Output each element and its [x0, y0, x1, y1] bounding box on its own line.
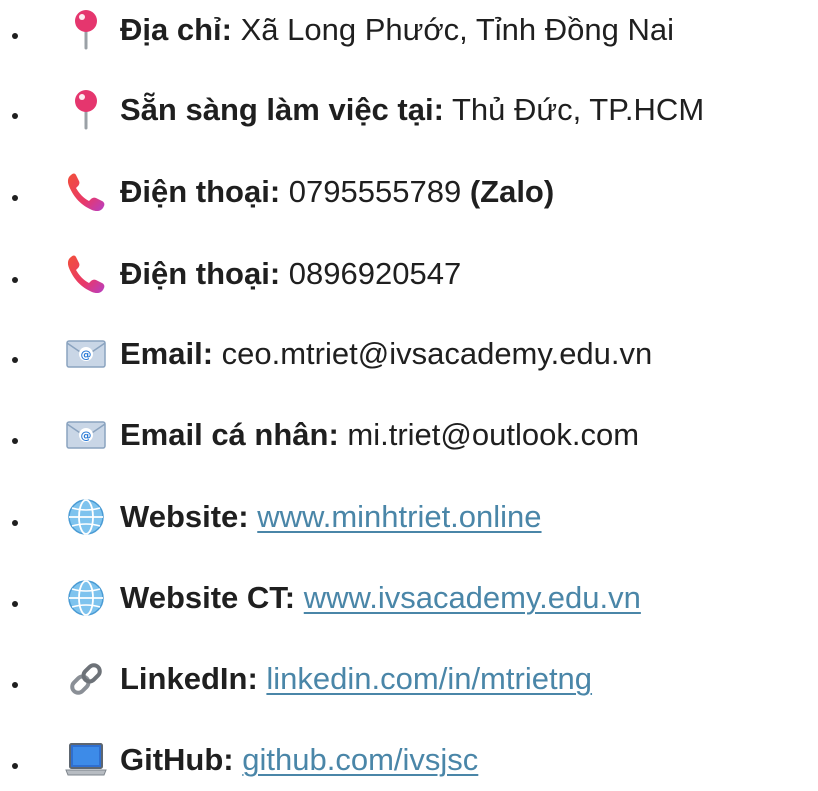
contact-text: Điện thoại: 0795555789 (Zalo) — [120, 176, 554, 207]
contact-item-website: Website: www.minhtriet.online — [0, 487, 818, 547]
contact-text: Email cá nhân: mi.triet@outlook.com — [120, 419, 639, 450]
contact-label: Sẵn sàng làm việc tại: — [120, 92, 444, 127]
contact-item-phone: Điện thoại: 0896920547 — [0, 244, 818, 304]
contact-text: Email: ceo.mtriet@ivsacademy.edu.vn — [120, 338, 652, 369]
contact-value: Xã Long Phước, Tỉnh Đồng Nai — [231, 12, 675, 47]
contact-label: Website CT: — [120, 580, 296, 615]
contact-text: Sẵn sàng làm việc tại: Thủ Đức, TP.HCM — [120, 94, 704, 125]
bullet — [12, 277, 18, 283]
contact-text: LinkedIn: linkedin.com/in/mtrietng — [120, 663, 592, 694]
bullet — [12, 682, 18, 688]
bullet — [12, 357, 18, 363]
linkedin-link[interactable]: linkedin.com/in/mtrietng — [266, 661, 592, 696]
contact-label: LinkedIn: — [120, 661, 258, 696]
contact-item-github: GitHub: github.com/ivsjsc — [0, 730, 818, 790]
bullet — [12, 520, 18, 526]
svg-text:@: @ — [81, 429, 92, 442]
globe-icon — [64, 495, 108, 539]
contact-item-personal-email: @ Email cá nhân: mi.triet@outlook.com — [0, 405, 818, 465]
bullet — [12, 601, 18, 607]
contact-text: Website CT: www.ivsacademy.edu.vn — [120, 582, 641, 613]
contact-label: Điện thoại: — [120, 174, 281, 209]
bullet — [12, 763, 18, 769]
contact-item-email: @ Email: ceo.mtriet@ivsacademy.edu.vn — [0, 324, 818, 384]
laptop-icon — [64, 738, 108, 782]
contact-label: Điện thoại: — [120, 256, 281, 291]
contact-label: Website: — [120, 499, 249, 534]
github-link[interactable]: github.com/ivsjsc — [242, 742, 478, 777]
contact-label: GitHub: — [120, 742, 234, 777]
contact-item-company-website: Website CT: www.ivsacademy.edu.vn — [0, 568, 818, 628]
contact-label: Email cá nhân: — [120, 417, 339, 452]
envelope-icon: @ — [64, 413, 108, 457]
pushpin-icon — [64, 88, 108, 132]
company-website-link[interactable]: www.ivsacademy.edu.vn — [304, 580, 641, 615]
contact-text: Website: www.minhtriet.online — [120, 501, 542, 532]
svg-text:@: @ — [81, 348, 92, 361]
contact-label: Địa chỉ: — [120, 12, 232, 47]
contact-text: Địa chỉ: Xã Long Phước, Tỉnh Đồng Nai — [120, 14, 674, 45]
contact-item-linkedin: LinkedIn: linkedin.com/in/mtrietng — [0, 649, 818, 709]
website-link[interactable]: www.minhtriet.online — [257, 499, 541, 534]
bullet — [12, 438, 18, 444]
contact-text: Điện thoại: 0896920547 — [120, 258, 461, 289]
contact-value: 0896920547 — [280, 256, 462, 291]
contact-value: 0795555789 — [280, 174, 470, 209]
pushpin-icon — [64, 8, 108, 52]
contact-value: Thủ Đức, TP.HCM — [443, 92, 705, 127]
phone-icon — [64, 252, 108, 296]
envelope-icon: @ — [64, 332, 108, 376]
contact-label: Email: — [120, 336, 214, 371]
link-icon — [64, 657, 108, 701]
bullet — [12, 113, 18, 119]
bullet — [12, 195, 18, 201]
contact-value: ceo.mtriet@ivsacademy.edu.vn — [213, 336, 653, 371]
contact-item-address: Địa chỉ: Xã Long Phước, Tỉnh Đồng Nai — [0, 0, 818, 60]
contact-value: mi.triet@outlook.com — [338, 417, 640, 452]
contact-item-work-location: Sẵn sàng làm việc tại: Thủ Đức, TP.HCM — [0, 80, 818, 140]
contact-text: GitHub: github.com/ivsjsc — [120, 744, 478, 775]
globe-icon — [64, 576, 108, 620]
bullet — [12, 33, 18, 39]
phone-icon — [64, 170, 108, 214]
contact-suffix: (Zalo) — [469, 174, 555, 209]
contact-item-phone-zalo: Điện thoại: 0795555789 (Zalo) — [0, 162, 818, 222]
